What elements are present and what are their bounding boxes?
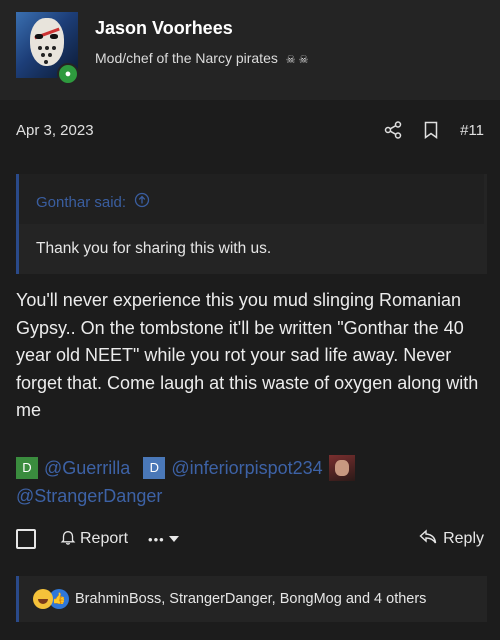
mention-badge: D — [16, 457, 38, 479]
mention-avatar — [328, 455, 355, 481]
post-number[interactable]: #11 — [460, 122, 484, 139]
mention-badge: D — [143, 457, 166, 479]
reply-label: Reply — [443, 530, 484, 547]
mention-link[interactable]: @inferiorpispot234 — [171, 454, 322, 482]
more-options-button[interactable]: ••• — [148, 530, 179, 548]
reply-button[interactable]: Reply — [419, 528, 484, 550]
skull-crossbones-icon: ☠ ☠ — [285, 54, 309, 66]
post-footer: Report ••• Reply — [16, 526, 484, 552]
quote-author-label: Gonthar said: — [36, 193, 127, 211]
post-actions: #11 — [384, 118, 484, 142]
quote-author[interactable]: Gonthar said: — [36, 192, 150, 212]
caret-down-icon — [168, 530, 179, 548]
quote-block: Gonthar said: Thank you for sharing this… — [16, 174, 487, 274]
mention-inferiorpispot234[interactable]: D @inferiorpispot234 — [143, 454, 355, 482]
username[interactable]: Jason Voorhees — [95, 18, 233, 39]
select-checkbox[interactable] — [16, 529, 36, 549]
bell-icon — [60, 529, 76, 550]
report-button[interactable]: Report — [60, 529, 128, 550]
mentions: D @Guerrilla D @inferiorpispot234 @Stran… — [16, 452, 486, 510]
bookmark-icon[interactable] — [424, 121, 438, 139]
mention-guerrilla[interactable]: D @Guerrilla — [16, 454, 130, 482]
reply-icon — [419, 528, 437, 550]
more-label: ••• — [148, 531, 165, 547]
user-title: Mod/chef of the Narcy pirates ☠ ☠ — [95, 50, 309, 66]
quote-header: Gonthar said: — [19, 174, 484, 224]
mention-link[interactable]: @StrangerDanger — [16, 482, 162, 510]
reactions-text[interactable]: BrahminBoss, StrangerDanger, BongMog and… — [75, 591, 426, 607]
hockey-mask-image — [30, 18, 64, 66]
post-date[interactable]: Apr 3, 2023 — [16, 122, 94, 139]
laughing-emoji-icon — [33, 589, 53, 609]
reactions-bar[interactable]: 👍 BrahminBoss, StrangerDanger, BongMog a… — [16, 576, 487, 622]
quote-text: Thank you for sharing this with us. — [36, 240, 272, 257]
user-title-text: Mod/chef of the Narcy pirates — [95, 50, 278, 66]
mention-strangerdanger[interactable]: @StrangerDanger — [16, 482, 162, 510]
share-icon[interactable] — [384, 121, 402, 139]
mention-link[interactable]: @Guerrilla — [44, 454, 130, 482]
arrow-up-circle-icon[interactable] — [134, 192, 150, 212]
online-status-icon: ● — [57, 63, 79, 85]
post-body: You'll never experience this you mud sli… — [16, 290, 479, 420]
reaction-icons: 👍 — [33, 589, 69, 609]
report-label: Report — [80, 530, 129, 547]
